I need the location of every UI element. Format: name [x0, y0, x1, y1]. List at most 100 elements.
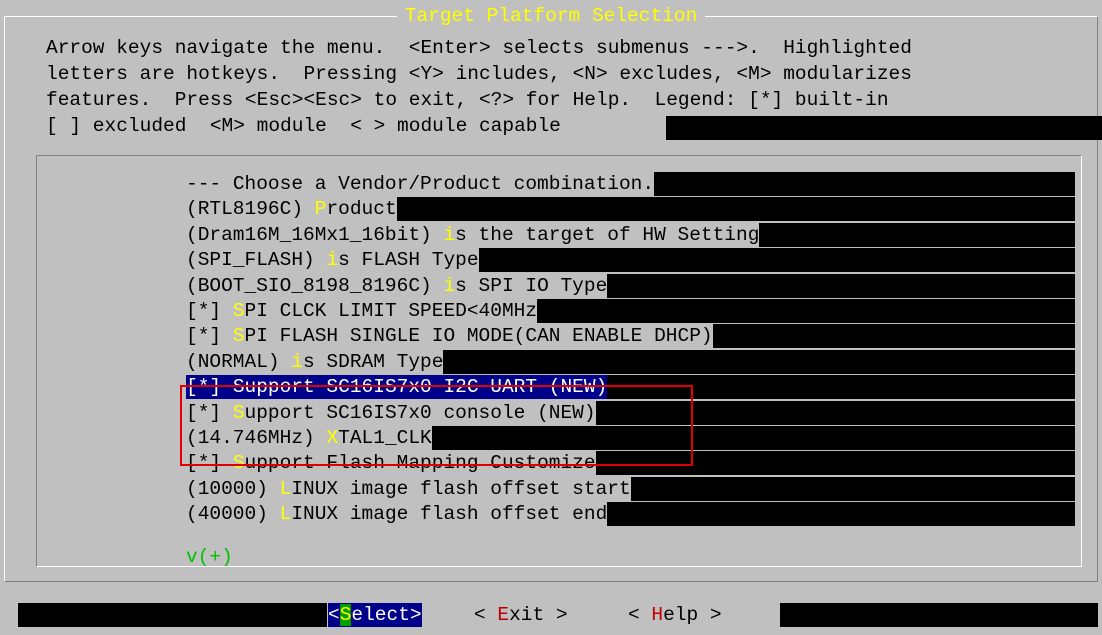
menu-item[interactable]: (10000) LINUX image flash offset start: [186, 477, 1075, 501]
menu-item-fill: [607, 502, 1075, 526]
menu-item-hotkey: L: [279, 478, 292, 500]
button-bar-fill-right: [780, 603, 1098, 627]
menu-item-label: upport SC16IS7x0 I2C UART (NEW): [244, 376, 608, 398]
menu-item[interactable]: [*] SPI CLCK LIMIT SPEED<40MHz: [186, 299, 1075, 323]
dialog-title: Target Platform Selection: [0, 4, 1102, 28]
menu-item-label: PI CLCK LIMIT SPEED<40MHz: [244, 300, 538, 322]
menu-item[interactable]: [*] Support SC16IS7x0 I2C UART (NEW): [186, 375, 1075, 399]
help-button-rest: elp >: [663, 604, 722, 626]
menu-item-label: upport Flash Mapping Customize: [244, 452, 596, 474]
menu-item-label: TAL1_CLK: [338, 427, 432, 449]
menu-item[interactable]: (Dram16M_16Mx1_16bit) is the target of H…: [186, 223, 1075, 247]
menu-item-text: (RTL8196C) Product: [186, 197, 397, 221]
menu-item-hotkey: i: [291, 351, 304, 373]
menu-item-fill: [396, 197, 1075, 221]
help-line-4: [ ] excluded <M> module < > module capab…: [46, 115, 561, 137]
menu-item-text: (40000) LINUX image flash offset end: [186, 502, 607, 526]
menu-item-fill: [595, 401, 1075, 425]
menu-item-text: (SPI_FLASH) is FLASH Type: [186, 248, 479, 272]
menu-item-text: [*] SPI CLCK LIMIT SPEED<40MHz: [186, 299, 537, 323]
menu-item[interactable]: --- Choose a Vendor/Product combination.: [186, 172, 1075, 196]
menu-item-label: s the target of HW Setting: [455, 224, 760, 246]
menu-item-hotkey: S: [232, 325, 245, 347]
menu-item-hotkey: S: [232, 452, 245, 474]
menu-item-fill: [595, 451, 1075, 475]
menu-item-text: (Dram16M_16Mx1_16bit) is the target of H…: [186, 223, 759, 247]
menu-item[interactable]: (40000) LINUX image flash offset end: [186, 502, 1075, 526]
menu-item-label: PI FLASH SINGLE IO MODE(CAN ENABLE DHCP): [244, 325, 713, 347]
menu-item-prefix: [*]: [186, 376, 233, 398]
menu-item-prefix: [*]: [186, 402, 233, 424]
menu-item-hotkey: i: [443, 275, 456, 297]
select-button-left: <: [328, 604, 340, 626]
button-bar-fill-left: [18, 603, 327, 627]
menu-item-text: [*] Support SC16IS7x0 I2C UART (NEW): [186, 375, 608, 399]
menu-item-fill: [478, 248, 1075, 272]
menu-item-text: (10000) LINUX image flash offset start: [186, 477, 631, 501]
menu-item-fill: [431, 426, 1075, 450]
menu-item-label: INUX image flash offset start: [291, 478, 631, 500]
menu-item-prefix: (SPI_FLASH): [186, 249, 327, 271]
select-button-rest: elect>: [351, 604, 422, 626]
menu-item-label: INUX image flash offset end: [291, 503, 608, 525]
menu-item[interactable]: [*] Support Flash Mapping Customize: [186, 451, 1075, 475]
menu-item[interactable]: (14.746MHz) XTAL1_CLK: [186, 426, 1075, 450]
menu-item-text: [*] Support SC16IS7x0 console (NEW): [186, 401, 596, 425]
exit-button-left: <: [474, 604, 498, 626]
menu-item-prefix: [*]: [186, 325, 233, 347]
help-line-3: features. Press <Esc><Esc> to exit, <?> …: [46, 89, 889, 111]
exit-button-rest: xit >: [509, 604, 568, 626]
menu-item-fill: [443, 350, 1075, 374]
menu-item[interactable]: (RTL8196C) Product: [186, 197, 1075, 221]
menu-item[interactable]: [*] SPI FLASH SINGLE IO MODE(CAN ENABLE …: [186, 324, 1075, 348]
help-line-2: letters are hotkeys. Pressing <Y> includ…: [46, 63, 912, 85]
menu-item-text: (NORMAL) is SDRAM Type: [186, 350, 443, 374]
menu-item-prefix: (NORMAL): [186, 351, 292, 373]
menu-item-hotkey: P: [314, 198, 327, 220]
menu-item-prefix: (10000): [186, 478, 280, 500]
menu-item-prefix: (RTL8196C): [186, 198, 315, 220]
menu-item-text: --- Choose a Vendor/Product combination.: [186, 172, 654, 196]
menu-item[interactable]: [*] Support SC16IS7x0 console (NEW): [186, 401, 1075, 425]
menu-item-hotkey: i: [443, 224, 456, 246]
menu-item-prefix: ---: [186, 173, 233, 195]
menu-item-hotkey: i: [326, 249, 339, 271]
menu-item-fill: [537, 299, 1075, 323]
help-hotkey: H: [651, 604, 664, 626]
menu-item-fill: [654, 172, 1075, 196]
menu-item-prefix: (Dram16M_16Mx1_16bit): [186, 224, 444, 246]
menu-item[interactable]: (NORMAL) is SDRAM Type: [186, 350, 1075, 374]
menu-item-label: s FLASH Type: [338, 249, 479, 271]
menu-item-hotkey: L: [279, 503, 292, 525]
button-bar: <Select> < Exit > < Help >: [18, 600, 1098, 630]
menu-item-prefix: (14.746MHz): [186, 427, 327, 449]
exit-hotkey: E: [497, 604, 510, 626]
select-hotkey: S: [339, 604, 352, 626]
menu-item-fill: [712, 324, 1075, 348]
menu-item-label: s SDRAM Type: [303, 351, 444, 373]
menu-item-prefix: (40000): [186, 503, 280, 525]
menu-item-text: (BOOT_SIO_8198_8196C) is SPI IO Type: [186, 274, 607, 298]
menu-item[interactable]: (BOOT_SIO_8198_8196C) is SPI IO Type: [186, 274, 1075, 298]
menu-item-label: upport SC16IS7x0 console (NEW): [244, 402, 596, 424]
help-line-1: Arrow keys navigate the menu. <Enter> se…: [46, 37, 912, 59]
menu-item-prefix: [*]: [186, 452, 233, 474]
menu-item-hotkey: S: [232, 402, 245, 424]
menu-item-label: s SPI IO Type: [455, 275, 608, 297]
more-indicator: v(+): [186, 546, 233, 568]
menu-item-label: Choose a Vendor/Product combination.: [232, 173, 655, 195]
select-button[interactable]: <Select>: [328, 603, 422, 627]
help-button[interactable]: < Help >: [628, 603, 722, 627]
menu-item-label: roduct: [326, 198, 397, 220]
menu-item-prefix: (BOOT_SIO_8198_8196C): [186, 275, 444, 297]
menu-item-hotkey: X: [326, 427, 339, 449]
help-button-left: <: [628, 604, 652, 626]
menu-item-fill: [630, 477, 1075, 501]
help-line-fill: [666, 116, 1102, 140]
menu-item-fill: [759, 223, 1075, 247]
exit-button[interactable]: < Exit >: [474, 603, 568, 627]
menu-item-text: (14.746MHz) XTAL1_CLK: [186, 426, 432, 450]
menu-item-fill: [607, 375, 1075, 399]
menu-item[interactable]: (SPI_FLASH) is FLASH Type: [186, 248, 1075, 272]
menu-item-prefix: [*]: [186, 300, 233, 322]
